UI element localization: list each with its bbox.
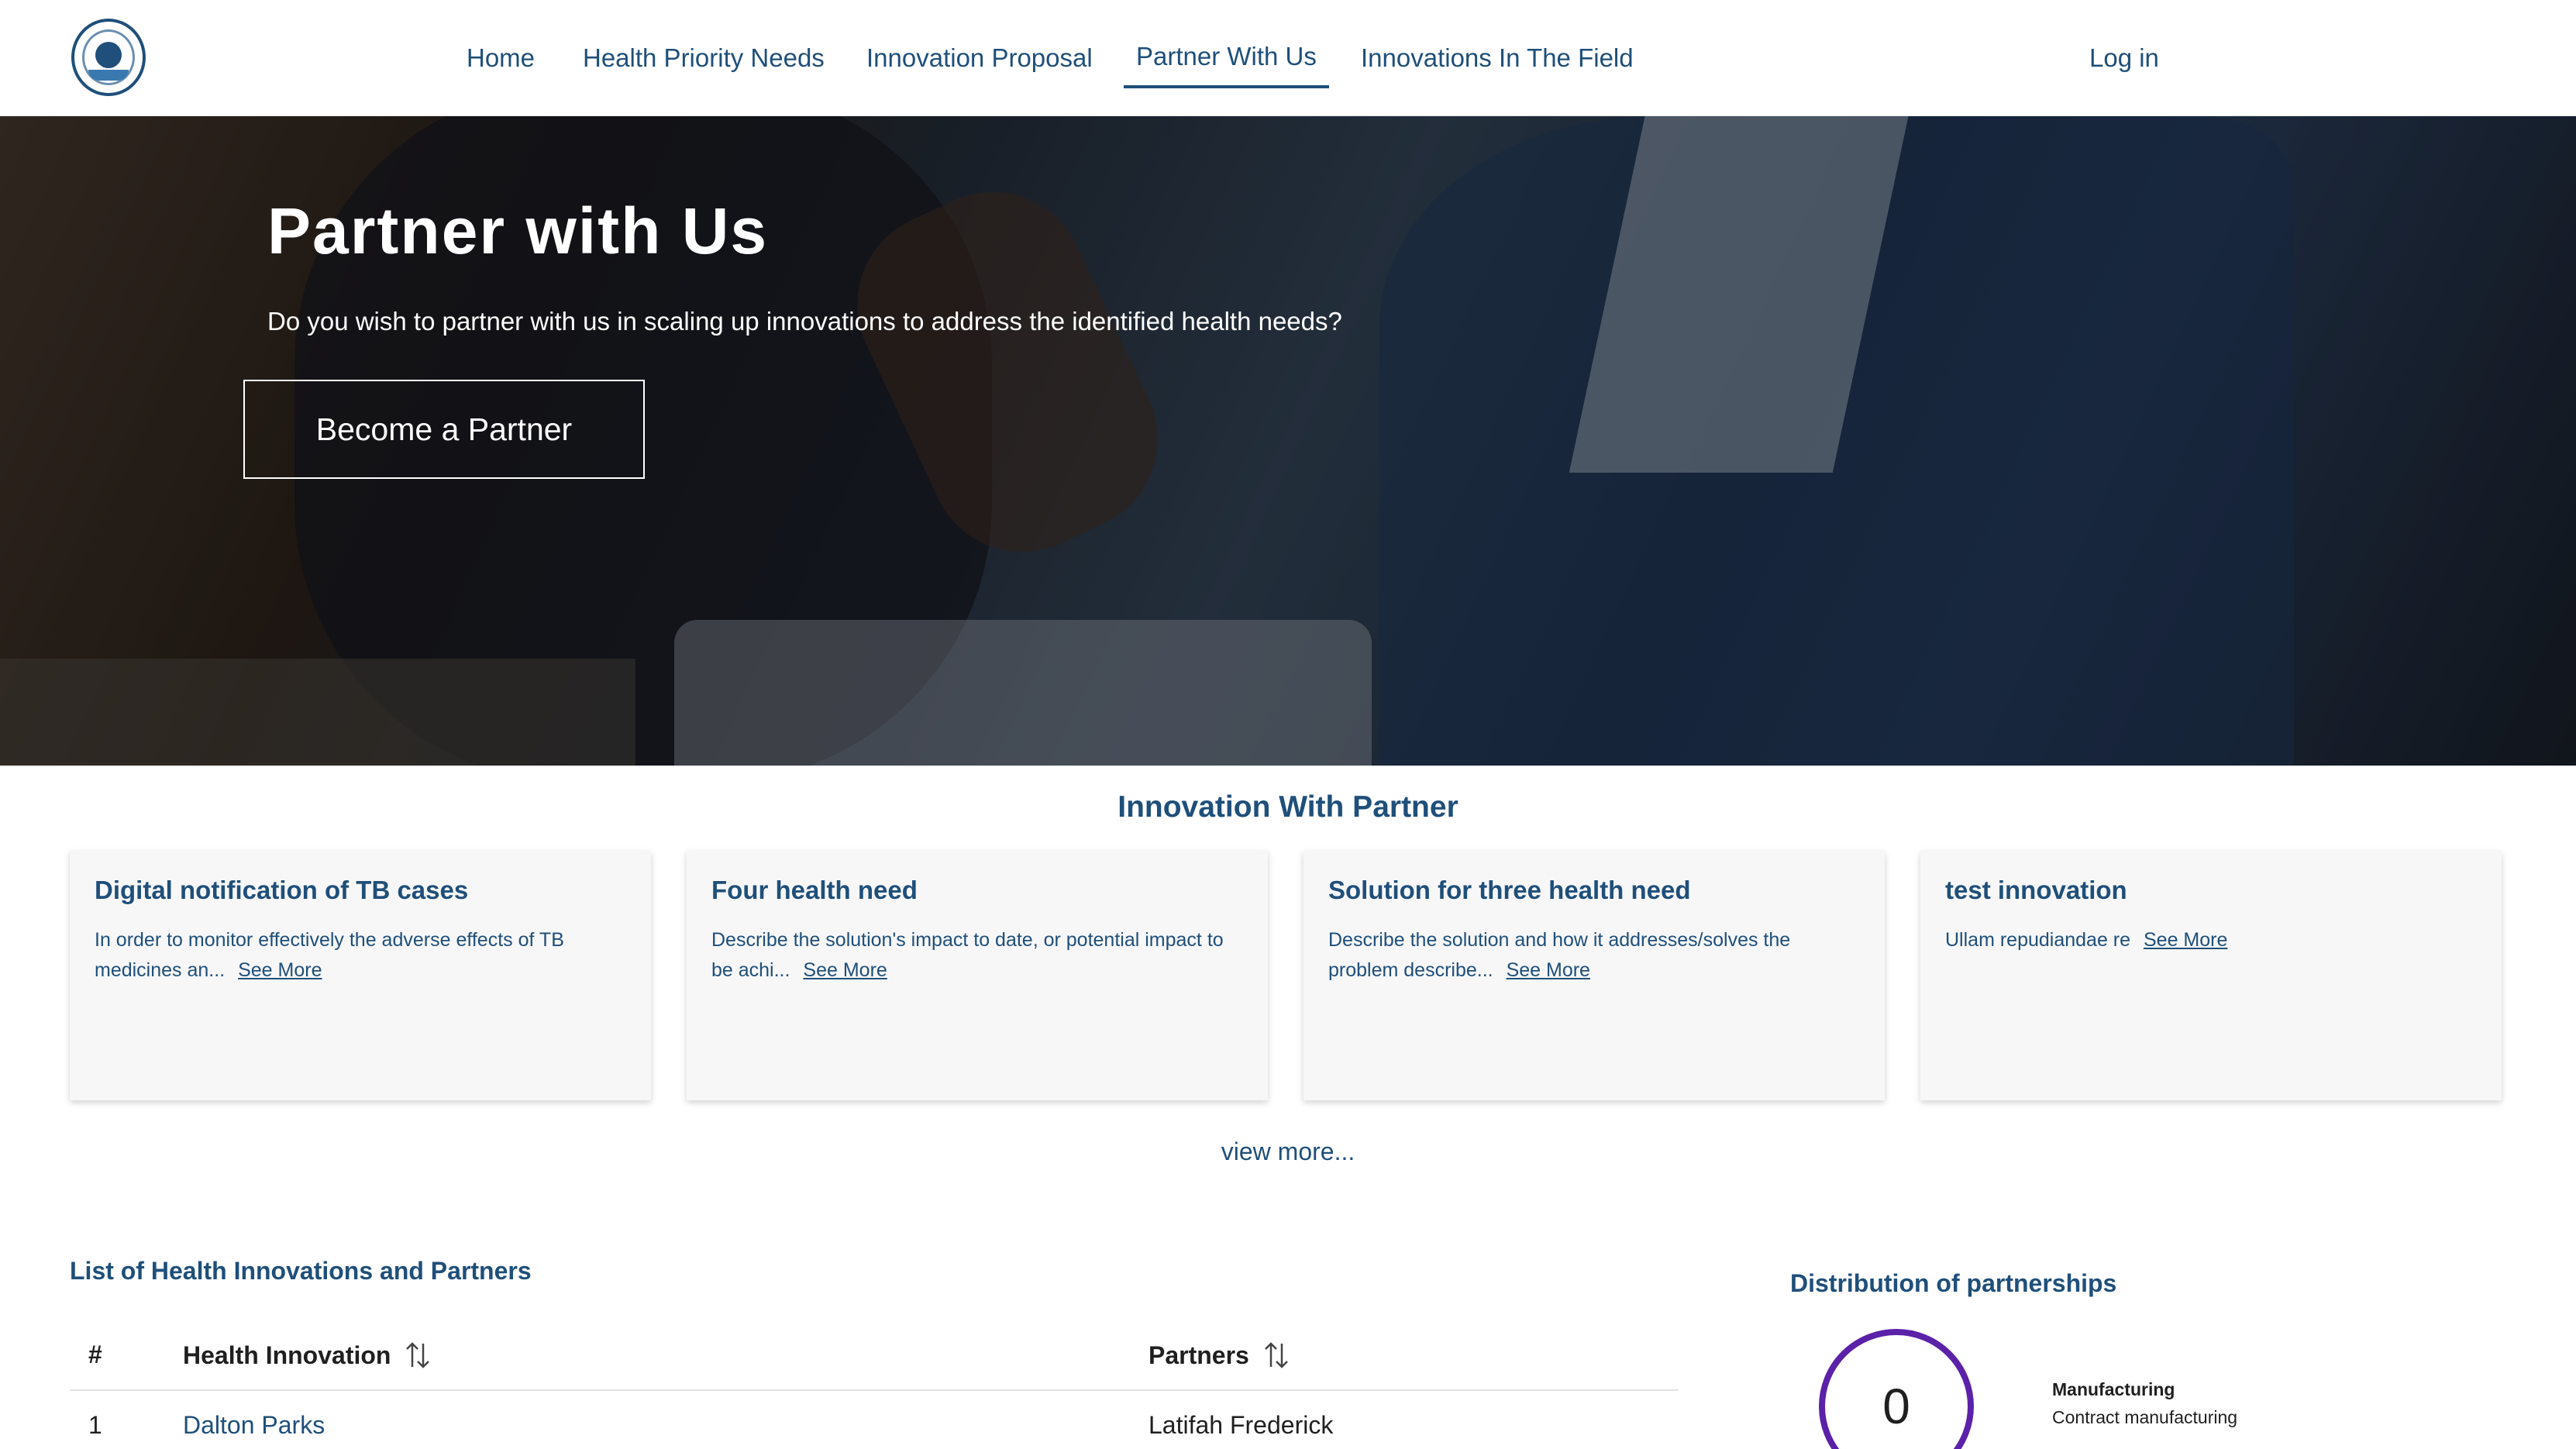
legend-category: Manufacturing <box>2052 1379 2175 1399</box>
sort-icon[interactable] <box>405 1341 431 1370</box>
card-description: Ullam repudiandae re See More <box>1945 925 2477 955</box>
login-link[interactable]: Log in <box>2089 43 2159 73</box>
card-description: Describe the solution and how it address… <box>1328 925 1860 986</box>
row-number: 1 <box>88 1411 102 1439</box>
card-title: test innovation <box>1945 876 2127 904</box>
site-logo[interactable] <box>71 19 146 96</box>
nav-innovation-proposal[interactable]: Innovation Proposal <box>866 43 1093 73</box>
hero-banner: Partner with Us Do you wish to partner w… <box>0 116 2576 766</box>
column-header-label: Health Innovation <box>183 1341 391 1369</box>
distribution-title: Distribution of partnerships <box>1790 1269 2117 1297</box>
see-more-link[interactable]: See More <box>238 959 322 981</box>
table-row: 1 Dalton Parks Latifah Frederick <box>70 1391 1679 1449</box>
column-header-label: Partners <box>1149 1341 1249 1369</box>
card-description-text: In order to monitor effectively the adve… <box>95 929 564 981</box>
become-partner-button[interactable]: Become a Partner <box>243 380 645 479</box>
card-title: Digital notification of TB cases <box>95 876 469 904</box>
innovation-card[interactable]: test innovation Ullam repudiandae re See… <box>1920 851 2502 1100</box>
view-more-link[interactable]: view more... <box>0 1138 2576 1166</box>
partner-name: Latifah Frederick <box>1149 1411 1334 1439</box>
column-header-health-innovation[interactable]: Health Innovation <box>183 1341 431 1370</box>
card-title: Four health need <box>711 876 918 904</box>
nav-home[interactable]: Home <box>467 43 535 73</box>
logo-core <box>95 42 122 68</box>
innovation-card[interactable]: Four health need Describe the solution's… <box>687 851 1268 1100</box>
card-title: Solution for three health need <box>1328 876 1691 904</box>
hero-subtitle: Do you wish to partner with us in scalin… <box>267 307 1342 336</box>
innovations-list-title: List of Health Innovations and Partners <box>70 1257 532 1285</box>
column-header-partners[interactable]: Partners <box>1149 1341 1290 1370</box>
table-header-row: # Health Innovation Partners <box>70 1317 1679 1391</box>
card-description: In order to monitor effectively the adve… <box>95 925 626 986</box>
top-navbar: Home Health Priority Needs Innovation Pr… <box>0 0 2576 116</box>
column-header-number: # <box>88 1341 102 1369</box>
nav-health-priority-needs[interactable]: Health Priority Needs <box>583 43 825 73</box>
column-header-label: # <box>88 1341 102 1368</box>
legend-subcategory: Contract manufacturing <box>2052 1407 2238 1427</box>
innovation-card[interactable]: Digital notification of TB cases In orde… <box>70 851 651 1100</box>
card-description-text: Ullam repudiandae re <box>1945 929 2131 951</box>
sort-icon[interactable] <box>1263 1341 1290 1370</box>
nav-partner-with-us[interactable]: Partner With Us <box>1124 42 1329 88</box>
innovation-section-title: Innovation With Partner <box>1118 790 1458 824</box>
innovation-card[interactable]: Solution for three health need Describe … <box>1303 851 1885 1100</box>
see-more-link[interactable]: See More <box>1507 959 1590 981</box>
donut-center-value: 0 <box>1882 1378 1910 1434</box>
card-description-text: Describe the solution's impact to date, … <box>711 929 1224 981</box>
logo-wave <box>88 70 129 81</box>
hero-title: Partner with Us <box>267 194 769 267</box>
card-description: Describe the solution's impact to date, … <box>711 925 1243 986</box>
innovations-table: # Health Innovation Partners 1 Dalton Pa… <box>70 1317 1679 1449</box>
see-more-link[interactable]: See More <box>2144 929 2227 951</box>
see-more-link[interactable]: See More <box>803 959 887 981</box>
nav-innovations-in-the-field[interactable]: Innovations In The Field <box>1361 43 1634 73</box>
innovation-link[interactable]: Dalton Parks <box>183 1411 325 1440</box>
